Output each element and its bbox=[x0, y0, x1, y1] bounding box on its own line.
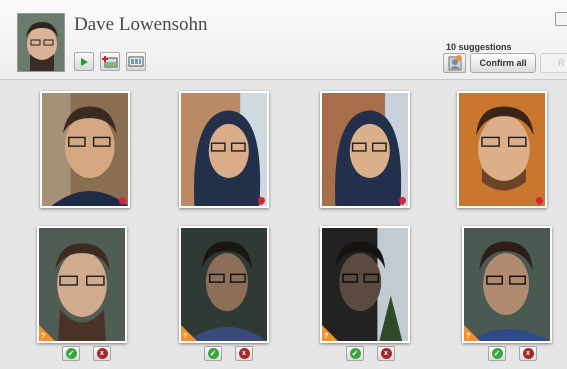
suggestion-flag-text: ? bbox=[183, 333, 188, 340]
reject-x-icon: x bbox=[522, 348, 534, 359]
confirm-all-button[interactable]: Confirm all bbox=[470, 53, 536, 73]
face-photo bbox=[459, 93, 545, 206]
reject-x-icon: x bbox=[96, 348, 108, 359]
face-photo bbox=[322, 93, 408, 206]
reject-face-button[interactable]: x bbox=[377, 346, 395, 361]
checkmark-icon: ✓ bbox=[491, 348, 503, 359]
checkmark-icon: ✓ bbox=[349, 348, 361, 359]
face-photo bbox=[42, 93, 128, 206]
suggestion-flag-text: ? bbox=[466, 333, 471, 340]
suggested-photo[interactable]: ? bbox=[37, 226, 127, 343]
play-slideshow-button[interactable] bbox=[74, 52, 94, 71]
confirm-face-button[interactable]: ✓ bbox=[62, 346, 80, 361]
add-photos-icon bbox=[102, 56, 118, 68]
photo-strip-button[interactable] bbox=[126, 52, 146, 71]
suggestions-toggle-button[interactable] bbox=[443, 53, 466, 73]
confirm-face-button[interactable]: ✓ bbox=[346, 346, 364, 361]
confirmed-photo[interactable] bbox=[179, 91, 269, 208]
reject-x-icon: x bbox=[380, 348, 392, 359]
person-name: Dave Lowensohn bbox=[74, 14, 208, 35]
reject-face-button[interactable]: x bbox=[93, 346, 111, 361]
play-icon bbox=[81, 57, 88, 66]
person-suggestion-icon bbox=[448, 55, 462, 71]
checkmark-icon: ✓ bbox=[65, 348, 77, 359]
reject-all-button[interactable]: R bbox=[540, 53, 567, 73]
reject-x-icon: x bbox=[238, 348, 250, 359]
confirm-face-button[interactable]: ✓ bbox=[204, 346, 222, 361]
confirmed-photo[interactable] bbox=[40, 91, 130, 208]
suggestion-flag-text: ? bbox=[41, 333, 46, 340]
confirmed-photo[interactable] bbox=[320, 91, 410, 208]
face-photo-grid: ? ? ? ? ✓ x ✓ x ✓ x ✓ x bbox=[0, 81, 567, 369]
panel-corner-button[interactable] bbox=[555, 12, 567, 26]
faces-header: Dave Lowensohn 10 suggestions Confirm al… bbox=[0, 0, 567, 80]
add-photos-button[interactable] bbox=[100, 52, 120, 71]
suggested-photo[interactable]: ? bbox=[462, 226, 552, 343]
face-photo bbox=[181, 93, 267, 206]
checkmark-icon: ✓ bbox=[207, 348, 219, 359]
suggested-photo[interactable]: ? bbox=[179, 226, 269, 343]
suggestion-count: 10 suggestions bbox=[446, 42, 512, 52]
person-avatar[interactable] bbox=[17, 13, 65, 72]
confirm-face-button[interactable]: ✓ bbox=[488, 346, 506, 361]
suggested-photo[interactable]: ? bbox=[320, 226, 410, 343]
reject-face-button[interactable]: x bbox=[519, 346, 537, 361]
confirmed-photo[interactable] bbox=[457, 91, 547, 208]
photo-strip-icon bbox=[128, 56, 144, 67]
suggestion-flag-text: ? bbox=[324, 333, 329, 340]
reject-face-button[interactable]: x bbox=[235, 346, 253, 361]
